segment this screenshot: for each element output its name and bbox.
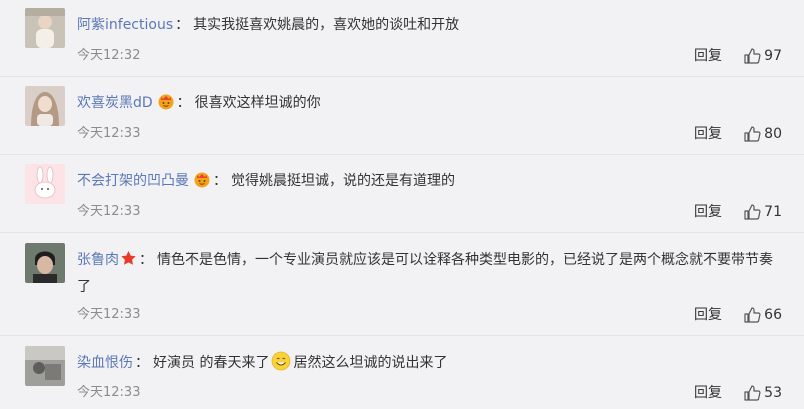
comment-username[interactable]: 欢喜炭黑dD <box>77 95 153 111</box>
comment-item: 欢喜炭黑dD ：很喜欢这样坦诚的你 今天12:33 回复 80 <box>0 77 804 155</box>
avatar[interactable] <box>25 164 65 204</box>
like-button[interactable]: 53 <box>734 382 782 404</box>
like-count: 80 <box>764 126 782 142</box>
like-count: 71 <box>764 204 782 220</box>
like-button[interactable]: 66 <box>734 304 782 326</box>
like-button[interactable]: 71 <box>734 201 782 223</box>
reply-button[interactable]: 回复 <box>694 382 722 404</box>
comment-time: 今天12:33 <box>77 126 141 141</box>
comment-time: 今天12:33 <box>77 204 141 219</box>
avatar[interactable] <box>25 86 65 126</box>
red-star-icon[interactable] <box>120 250 137 275</box>
comment-text: 情色不是色情，一个专业演员就应该是可以诠释各种类型电影的，已经说了是两个概念就不… <box>77 252 773 295</box>
thumbs-up-icon <box>744 48 761 64</box>
reply-button[interactable]: 回复 <box>694 123 722 145</box>
colon-separator: ： <box>139 252 153 268</box>
comment-username[interactable]: 不会打架的凹凸曼 <box>77 173 189 189</box>
like-count: 66 <box>764 307 782 323</box>
colon-separator: ： <box>175 17 190 33</box>
comment-item: 阿紫infectious：其实我挺喜欢姚晨的，喜欢她的谈吐和开放 今天12:32… <box>0 0 804 77</box>
like-count: 97 <box>764 48 782 64</box>
comment-username[interactable]: 阿紫infectious <box>77 17 173 33</box>
comment-text-end: 居然这么坦诚的说出来了 <box>293 355 448 371</box>
comment-time: 今天12:33 <box>77 307 141 322</box>
avatar[interactable] <box>25 243 65 283</box>
thumbs-up-icon <box>744 204 761 220</box>
like-button[interactable]: 80 <box>734 123 782 145</box>
comment-list: 阿紫infectious：其实我挺喜欢姚晨的，喜欢她的谈吐和开放 今天12:32… <box>0 0 804 409</box>
reply-button[interactable]: 回复 <box>694 201 722 223</box>
comment-text-start: 好演员 的春天来了 <box>153 355 270 371</box>
colon-separator: ： <box>135 355 149 371</box>
comment-item: 张鲁肉 ：情色不是色情，一个专业演员就应该是可以诠释各种类型电影的，已经说了是两个… <box>0 233 804 336</box>
comment-item: 不会打架的凹凸曼 ：觉得姚晨挺坦诚，说的还是有道理的 今天12:33 回复 71 <box>0 155 804 233</box>
comment-username[interactable]: 张鲁肉 <box>77 252 119 268</box>
crown-face-icon[interactable] <box>193 170 211 196</box>
reply-button[interactable]: 回复 <box>694 304 722 326</box>
thumbs-up-icon <box>744 126 761 142</box>
comment-username[interactable]: 染血恨伤 <box>77 355 133 371</box>
avatar[interactable] <box>25 346 65 386</box>
comment-text: 很喜欢这样坦诚的你 <box>194 95 321 111</box>
smile-emoji-icon <box>271 351 291 379</box>
thumbs-up-icon <box>744 385 761 401</box>
comment-text: 觉得姚晨挺坦诚，说的还是有道理的 <box>231 173 455 189</box>
like-button[interactable]: 97 <box>734 45 782 67</box>
thumbs-up-icon <box>744 307 761 323</box>
crown-face-icon[interactable] <box>157 92 175 118</box>
comment-text: 其实我挺喜欢姚晨的，喜欢她的谈吐和开放 <box>193 17 460 33</box>
like-count: 53 <box>764 385 782 401</box>
comment-time: 今天12:33 <box>77 385 141 400</box>
comment-item: 染血恨伤：好演员 的春天来了 居然这么坦诚的说出来了 今天12:33 回复 53 <box>0 336 804 409</box>
reply-button[interactable]: 回复 <box>694 45 722 67</box>
comment-time: 今天12:32 <box>77 48 141 63</box>
avatar[interactable] <box>25 8 65 48</box>
colon-separator: ： <box>213 173 227 189</box>
colon-separator: ： <box>176 95 191 111</box>
